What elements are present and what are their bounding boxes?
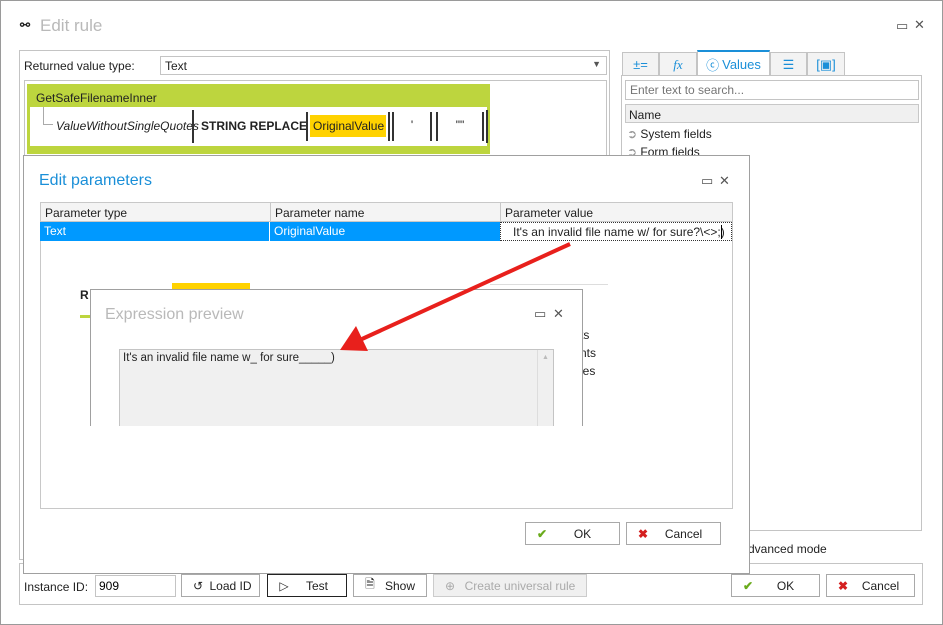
arrow-shaft bbox=[361, 242, 571, 341]
annotation-arrow bbox=[340, 242, 571, 351]
